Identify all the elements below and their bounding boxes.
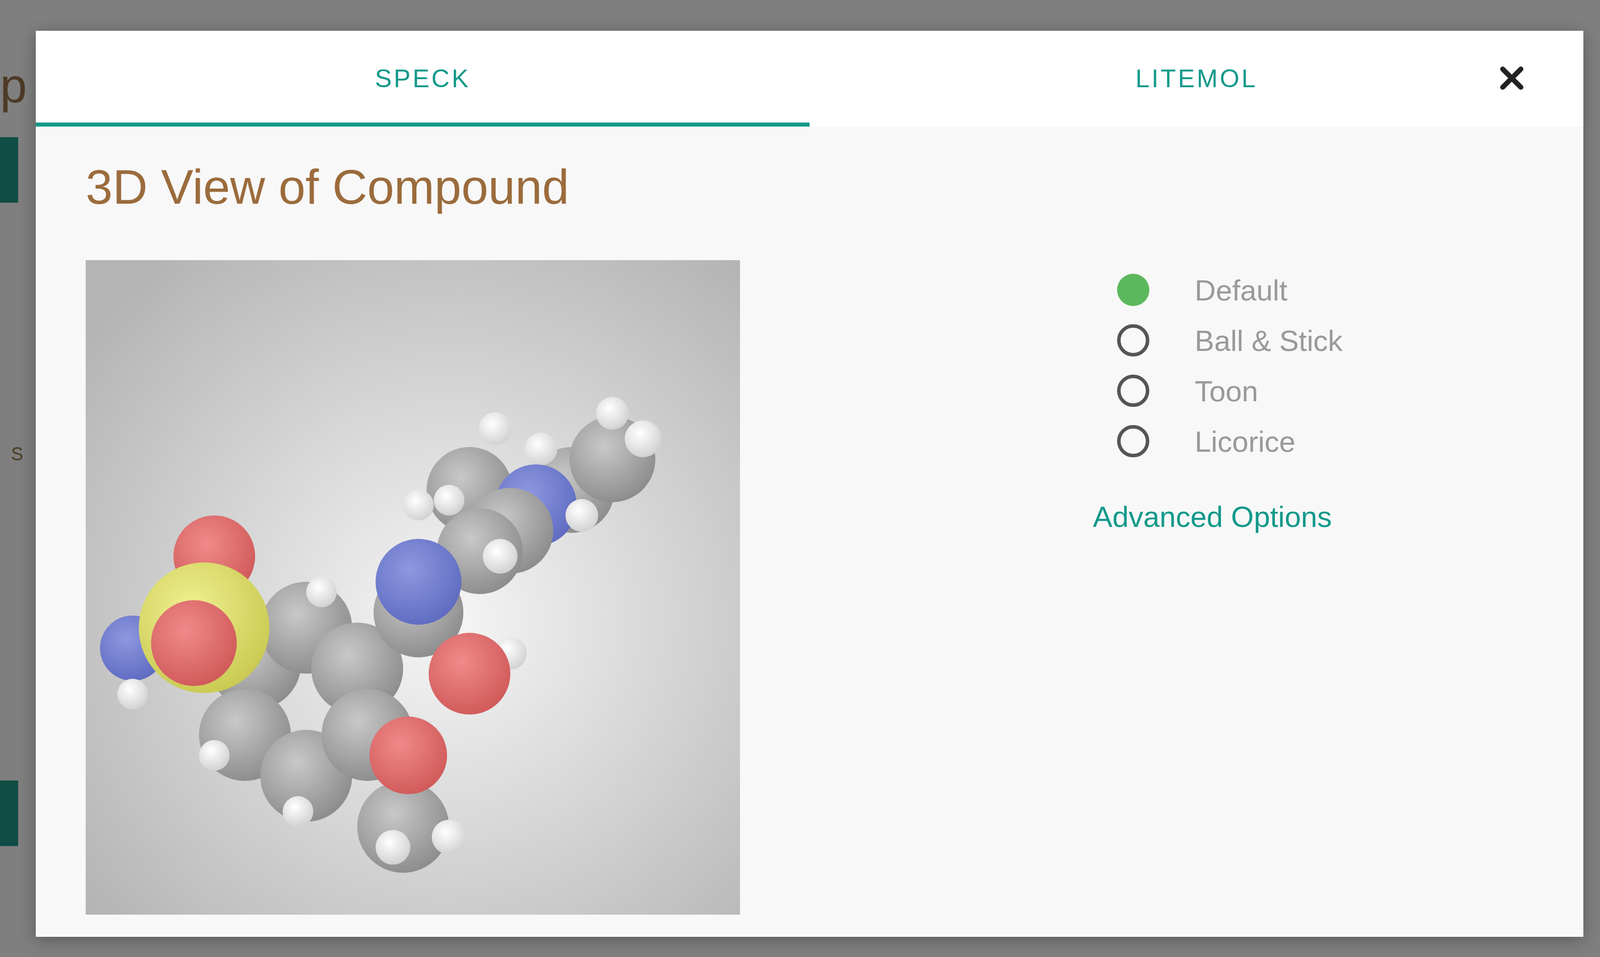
modal-content: 3D View of Compound DefaultBall & StickTo… [35, 126, 1584, 915]
atom [403, 489, 435, 521]
atom [482, 538, 518, 574]
page: p S SPECKLITEMOL 3D View of Compound Default… [0, 0, 1600, 957]
radio-mark [1117, 324, 1150, 357]
compound-viewer-modal: SPECKLITEMOL 3D View of Compound DefaultBa… [35, 30, 1584, 937]
page-button [0, 137, 19, 203]
tab-bar: SPECKLITEMOL [35, 30, 1584, 127]
atom [565, 499, 599, 532]
structure-label: S [11, 443, 24, 465]
atom [369, 716, 448, 794]
advanced-options-link[interactable]: Advanced Options [1092, 491, 1584, 542]
view-mode-radio[interactable]: Default [1092, 264, 1584, 316]
atom [138, 562, 270, 693]
atom [428, 632, 511, 715]
viewer-column: 3D View of Compound [85, 156, 741, 915]
atom [375, 538, 462, 625]
atom [375, 829, 411, 865]
atom [151, 599, 237, 686]
atom [117, 678, 149, 710]
radio-mark [1117, 273, 1150, 306]
close-icon[interactable] [1498, 65, 1525, 92]
tab[interactable]: LITEMOL [809, 30, 1584, 127]
atom [305, 576, 337, 608]
view-mode-radio[interactable]: Toon [1092, 365, 1584, 416]
page-title-fragment: p [0, 55, 27, 116]
view-mode-radio[interactable]: Ball & Stick [1092, 315, 1584, 366]
atom [524, 432, 558, 466]
page-button [0, 780, 19, 846]
view-mode-radio[interactable]: Licorice [1092, 415, 1584, 467]
atom [199, 740, 230, 771]
atom [478, 412, 512, 446]
modal-title: 3D View of Compound [85, 156, 741, 218]
atom [434, 484, 465, 516]
radio-mark [1117, 424, 1150, 458]
tab[interactable]: SPECK [35, 30, 810, 127]
radio-mark [1117, 374, 1150, 407]
atom [431, 819, 467, 855]
molecule-3d-viewer[interactable] [85, 260, 741, 915]
atom [624, 420, 662, 458]
view-options: DefaultBall & StickToonLicorice Advanced … [1092, 264, 1584, 915]
atom [282, 795, 314, 827]
atom [595, 396, 629, 430]
